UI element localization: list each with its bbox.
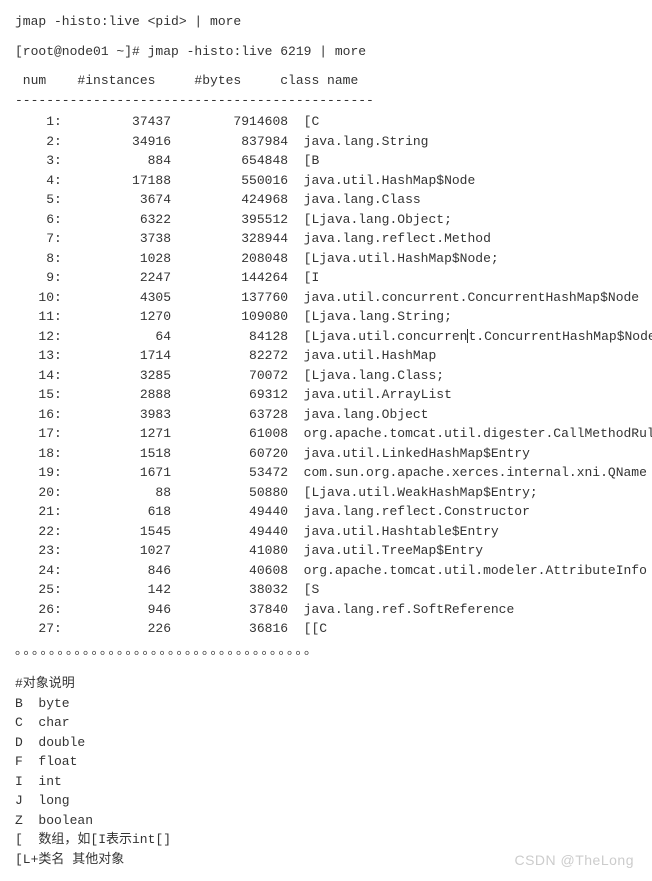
legend-section: #对象说明 B byteC charD doubleF floatI intJ … — [15, 674, 637, 869]
table-row: 11: 1270 109080 [Ljava.lang.String; — [15, 307, 637, 327]
legend-item: F float — [15, 752, 637, 772]
table-row: 12: 64 84128 [Ljava.util.concurrent.Conc… — [15, 327, 637, 347]
divider: ----------------------------------------… — [15, 91, 637, 111]
table-header: num #instances #bytes class name — [15, 71, 637, 91]
shell-line: [root@node01 ~]# jmap -histo:live 6219 |… — [15, 42, 637, 62]
table-row: 20: 88 50880 [Ljava.util.WeakHashMap$Ent… — [15, 483, 637, 503]
shell-command: jmap -histo:live 6219 | more — [148, 44, 366, 59]
table-row: 23: 1027 41080 java.util.TreeMap$Entry — [15, 541, 637, 561]
table-row: 25: 142 38032 [S — [15, 580, 637, 600]
legend-array: [ 数组，如[I表示int[] — [15, 830, 637, 850]
table-row: 9: 2247 144264 [I — [15, 268, 637, 288]
table-row: 8: 1028 208048 [Ljava.util.HashMap$Node; — [15, 249, 637, 269]
table-row: 14: 3285 70072 [Ljava.lang.Class; — [15, 366, 637, 386]
table-row: 26: 946 37840 java.lang.ref.SoftReferenc… — [15, 600, 637, 620]
table-row: 5: 3674 424968 java.lang.Class — [15, 190, 637, 210]
table-row: 15: 2888 69312 java.util.ArrayList — [15, 385, 637, 405]
table-row: 6: 6322 395512 [Ljava.lang.Object; — [15, 210, 637, 230]
legend-item: J long — [15, 791, 637, 811]
text-cursor — [467, 329, 468, 343]
ellipsis-line: 。。。。。。。。。。。。。。。。。。。。。。。。。。。。。。。。。。。 — [15, 641, 637, 661]
table-row: 17: 1271 61008 org.apache.tomcat.util.di… — [15, 424, 637, 444]
table-row: 1: 37437 7914608 [C — [15, 112, 637, 132]
legend-item: C char — [15, 713, 637, 733]
table-row: 4: 17188 550016 java.util.HashMap$Node — [15, 171, 637, 191]
table-row: 27: 226 36816 [[C — [15, 619, 637, 639]
legend-item: D double — [15, 733, 637, 753]
table-row: 19: 1671 53472 com.sun.org.apache.xerces… — [15, 463, 637, 483]
table-row: 16: 3983 63728 java.lang.Object — [15, 405, 637, 425]
histogram-table: 1: 37437 7914608 [C 2: 34916 837984 java… — [15, 112, 637, 639]
table-row: 18: 1518 60720 java.util.LinkedHashMap$E… — [15, 444, 637, 464]
shell-prompt: [root@node01 ~]# — [15, 44, 148, 59]
table-row: 22: 1545 49440 java.util.Hashtable$Entry — [15, 522, 637, 542]
table-row: 7: 3738 328944 java.lang.reflect.Method — [15, 229, 637, 249]
table-row: 13: 1714 82272 java.util.HashMap — [15, 346, 637, 366]
legend-item: B byte — [15, 694, 637, 714]
legend-item: I int — [15, 772, 637, 792]
table-row: 24: 846 40608 org.apache.tomcat.util.mod… — [15, 561, 637, 581]
table-row: 21: 618 49440 java.lang.reflect.Construc… — [15, 502, 637, 522]
table-row: 10: 4305 137760 java.util.concurrent.Con… — [15, 288, 637, 308]
legend-item: Z boolean — [15, 811, 637, 831]
watermark: CSDN @TheLong — [514, 850, 634, 871]
table-row: 2: 34916 837984 java.lang.String — [15, 132, 637, 152]
table-row: 3: 884 654848 [B — [15, 151, 637, 171]
legend-title: #对象说明 — [15, 674, 637, 694]
command-template: jmap -histo:live <pid> | more — [15, 12, 637, 32]
